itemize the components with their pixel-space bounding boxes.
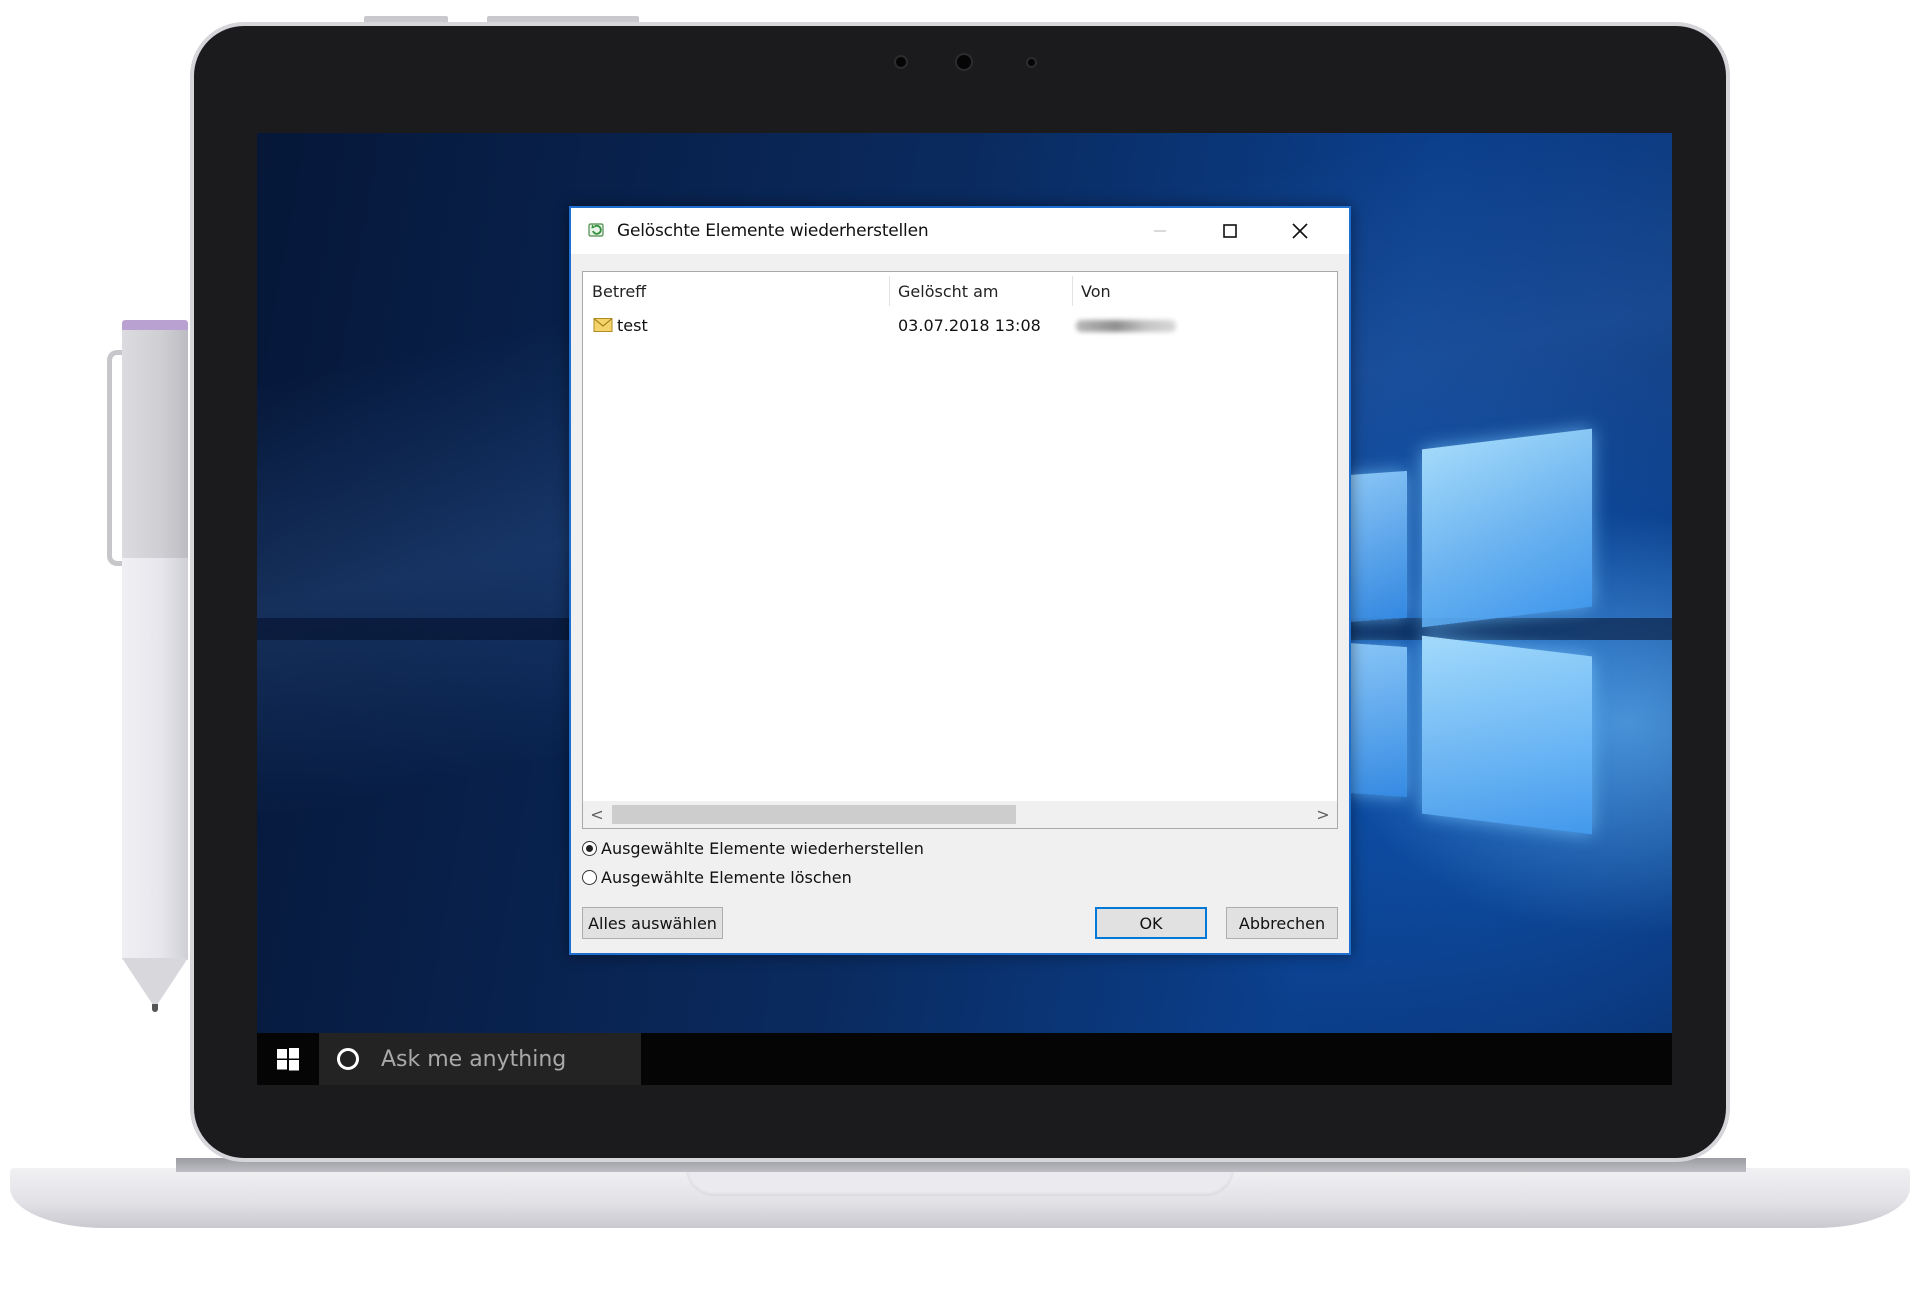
sensor-dot (1026, 57, 1037, 68)
pen-tip (122, 958, 188, 1008)
scrollbar-thumb[interactable] (612, 805, 1016, 824)
deleted-items-list[interactable]: Betreff Gelöscht am Von test 03.07.2018 … (582, 271, 1338, 829)
option-restore[interactable]: Ausgewählte Elemente wiederherstellen (582, 836, 924, 860)
start-button[interactable] (257, 1033, 319, 1085)
delete-radio[interactable] (582, 869, 597, 885)
title-bar[interactable]: Gelöschte Elemente wiederherstellen (571, 208, 1349, 254)
maximize-icon (1223, 224, 1237, 238)
dialog-title: Gelöschte Elemente wiederherstellen (617, 221, 929, 241)
row-from-redacted (1076, 320, 1176, 332)
column-header-deleted-at[interactable]: Gelöscht am (889, 272, 1072, 310)
horizontal-scrollbar[interactable]: < > (583, 801, 1337, 828)
column-header-subject[interactable]: Betreff (583, 272, 889, 310)
sensor-dot (894, 55, 908, 69)
cortana-icon (337, 1048, 359, 1070)
restore-radio-label: Ausgewählte Elemente wiederherstellen (601, 838, 924, 858)
envelope-icon (593, 318, 613, 332)
row-deleted-at: 03.07.2018 13:08 (898, 315, 1041, 335)
row-subject: test (617, 315, 648, 335)
pen-body (122, 558, 188, 960)
restore-icon (588, 223, 604, 237)
pen-top (122, 330, 188, 558)
option-delete[interactable]: Ausgewählte Elemente löschen (582, 865, 852, 889)
row-subject-cell: test (593, 312, 648, 338)
restore-deleted-items-dialog: Gelöschte Elemente wiederherstellen Betr… (569, 206, 1351, 955)
close-button[interactable] (1265, 208, 1335, 254)
windows-logo-icon (277, 1048, 299, 1071)
column-header-from[interactable]: Von (1072, 272, 1337, 310)
scroll-left-arrow[interactable]: < (583, 801, 611, 828)
minimize-button[interactable] (1125, 208, 1195, 254)
cancel-button[interactable]: Abbrechen (1226, 907, 1338, 939)
delete-radio-label: Ausgewählte Elemente löschen (601, 867, 852, 887)
minimize-icon (1154, 230, 1166, 232)
close-icon (1292, 223, 1308, 239)
ok-button[interactable]: OK (1095, 907, 1207, 939)
laptop-base-notch (686, 1168, 1234, 1196)
taskbar: Ask me anything (257, 1033, 1672, 1085)
restore-radio[interactable] (582, 840, 597, 856)
cortana-search-box[interactable]: Ask me anything (319, 1033, 641, 1085)
scroll-right-arrow[interactable]: > (1309, 801, 1337, 828)
select-all-button[interactable]: Alles auswählen (582, 907, 723, 939)
camera-icon (955, 53, 973, 71)
pen-point (152, 1004, 158, 1012)
search-placeholder: Ask me anything (381, 1046, 567, 1072)
maximize-button[interactable] (1195, 208, 1265, 254)
